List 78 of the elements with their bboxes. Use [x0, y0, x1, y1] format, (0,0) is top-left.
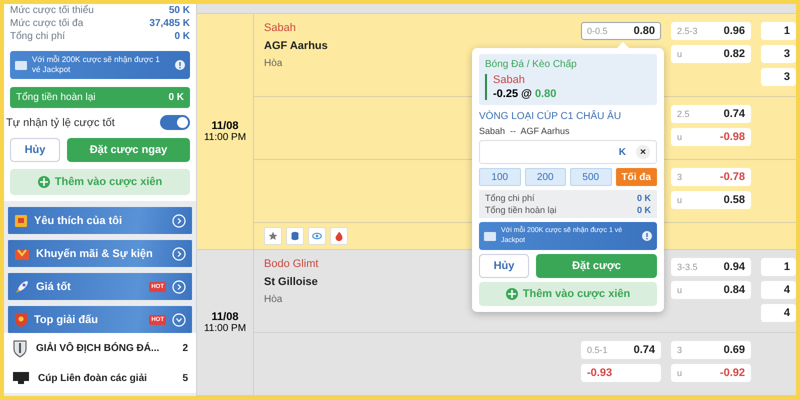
odds-cell[interactable]: -0.93 [581, 364, 661, 382]
shield-icon [14, 312, 28, 328]
home-team: Bodo Glimt [264, 258, 318, 270]
odds-cell[interactable]: u 0.82 [671, 45, 751, 63]
odds-cell[interactable]: 0.5-1 0.74 [581, 341, 661, 359]
odds-cell[interactable]: 4 [761, 281, 796, 299]
info-icon[interactable] [175, 60, 185, 70]
refund-bar: Tổng tiền hoàn lại 0 K [10, 87, 190, 108]
plus-icon [38, 176, 50, 188]
chevron-icon[interactable] [172, 280, 186, 294]
rocket-icon [14, 278, 30, 294]
gift-icon [14, 246, 30, 260]
limit-value: 37,485 K [149, 17, 190, 30]
league-name: VÒNG LOẠI CÚP C1 CHÂU ÂU [479, 111, 622, 122]
league-item[interactable]: Cúp Liên đoàn các giải 5 [4, 363, 196, 393]
pick-team: Sabah [493, 74, 526, 86]
league-item[interactable]: GIẢI VÔ ĐỊCH BÓNG ĐÁ... 2 [4, 333, 196, 363]
market-label: Bóng Đá / Kèo Chấp [485, 59, 578, 70]
draw-label: Hòa [264, 294, 282, 305]
match-date: 11/08 [212, 311, 238, 323]
odds-cell[interactable]: 4 [761, 304, 796, 322]
odds-cell[interactable]: 1 [761, 258, 796, 276]
limit-label: Mức cược tối thiểu [10, 4, 94, 17]
stake-field[interactable]: K × [479, 140, 657, 164]
fixture-label: Sabah -- AGF Aarhus [479, 126, 571, 136]
away-team: AGF Aarhus [264, 40, 328, 52]
home-team: Sabah [264, 22, 296, 34]
match-date: 11/08 [212, 120, 238, 132]
total-label: Tổng tiền hoàn lại [485, 205, 557, 215]
match-time: 11:00 PM [204, 323, 246, 334]
chevron-icon[interactable] [172, 214, 186, 228]
clear-button[interactable]: × [636, 145, 650, 159]
odds-cell[interactable]: 0-0.5 0.80 [581, 22, 661, 40]
jackpot-banner: Với mỗi 200K cược sẽ nhận được 1 vé Jackpot [10, 51, 190, 79]
limit-label: Tổng chi phí [10, 30, 66, 43]
odds-cell[interactable]: u 0.84 [671, 281, 751, 299]
odds-cell[interactable]: 3 -0.78 [671, 168, 751, 186]
limit-value: 50 K [168, 4, 190, 17]
match-time: 11:00 PM [204, 132, 246, 143]
info-icon[interactable] [642, 231, 652, 241]
chevron-icon[interactable] [172, 312, 186, 326]
chevron-icon[interactable] [172, 246, 186, 260]
odds-cell[interactable]: 3 [761, 45, 796, 63]
cancel-button[interactable]: Hủy [10, 138, 60, 162]
limit-label: Mức cược tối đa [10, 17, 84, 30]
amount-button[interactable]: 500 [570, 168, 612, 186]
odds-cell[interactable]: 3 0.69 [671, 341, 751, 359]
amount-button[interactable]: 100 [479, 168, 520, 186]
total-value: 0 K [636, 205, 651, 215]
menu-item[interactable]: Yêu thích của tôi [8, 207, 192, 234]
plus-icon [506, 288, 518, 300]
bookmark-icon [14, 214, 28, 228]
total-label: Tổng chi phí [485, 193, 535, 203]
odds-cell[interactable]: 2.5-3 0.96 [671, 22, 751, 40]
pick-odds: -0.25 @ 0.80 [493, 88, 558, 100]
crest-icon [12, 338, 28, 358]
monitor-icon [12, 371, 30, 385]
amount-button[interactable]: 200 [524, 168, 566, 186]
draw-label: Hòa [264, 58, 282, 69]
away-team: St Gilloise [264, 276, 318, 288]
ticket-icon [484, 232, 496, 240]
flame-icon[interactable] [330, 227, 348, 245]
ticket-icon [15, 60, 27, 70]
cancel-button[interactable]: Hủy [479, 254, 529, 278]
odds-cell[interactable]: 2.5 0.74 [671, 105, 751, 123]
odds-cell[interactable]: u 0.58 [671, 191, 751, 209]
menu-item[interactable]: Khuyến mãi & Sự kiện [8, 240, 192, 267]
odds-cell[interactable]: u -0.98 [671, 128, 751, 146]
odds-cell[interactable]: 1 [761, 22, 796, 40]
eye-icon[interactable] [308, 227, 326, 245]
odds-cell[interactable]: 3-3.5 0.94 [671, 258, 751, 276]
odds-cell[interactable]: u -0.92 [671, 364, 751, 382]
odds-cell[interactable]: 3 [761, 68, 796, 86]
total-value: 0 K [636, 193, 651, 203]
limit-value: 0 K [174, 30, 190, 43]
toggle-switch[interactable] [160, 115, 190, 130]
auto-accept-label: Tự nhận tỷ lệ cược tốt [6, 116, 115, 128]
database-icon[interactable] [286, 227, 304, 245]
